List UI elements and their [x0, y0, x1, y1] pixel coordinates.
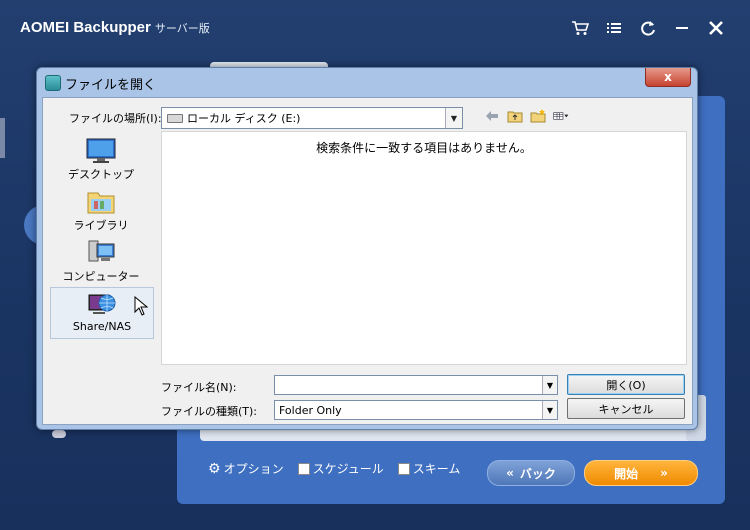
back-label: バック — [519, 466, 556, 481]
filename-dropdown-arrow-icon[interactable]: ▼ — [542, 376, 557, 394]
drive-icon — [167, 113, 183, 123]
new-folder-icon[interactable] — [530, 108, 546, 124]
lookin-value: ローカル ディスク (E:) — [187, 112, 301, 125]
minimize-icon[interactable] — [672, 18, 692, 38]
left-indicator — [52, 430, 66, 438]
computer-icon — [86, 240, 116, 266]
nav-toolbar — [484, 108, 569, 124]
app-title-text: AOMEI Backupper — [20, 19, 151, 36]
filetype-value: Folder Only — [279, 403, 342, 417]
close-icon: x — [664, 70, 672, 84]
chevron-down-icon[interactable]: ▼ — [445, 108, 462, 128]
scheme-checkbox[interactable] — [397, 462, 410, 475]
dialog-close-button[interactable]: x — [645, 68, 691, 87]
options-link[interactable]: ⚙ オプション — [208, 460, 284, 477]
place-desktop-label: デスクトップ — [68, 168, 134, 181]
desktop-icon — [86, 138, 116, 164]
filename-input-overlay: ▼ — [274, 375, 558, 395]
up-folder-icon[interactable] — [507, 108, 523, 124]
schedule-checkbox[interactable] — [297, 462, 310, 475]
place-library[interactable]: ライブラリ — [50, 185, 152, 235]
place-share-nas-label: Share/NAS — [72, 320, 132, 333]
schedule-option[interactable]: スケジュール — [297, 460, 384, 477]
dialog-app-icon — [45, 75, 61, 91]
start-label: 開始 — [614, 466, 639, 481]
scheme-label: スキーム — [412, 462, 461, 476]
lookin-label: ファイルの場所(I): — [69, 112, 162, 125]
refresh-icon[interactable] — [638, 18, 658, 38]
back-button[interactable]: « バック — [487, 460, 575, 486]
mouse-cursor-icon — [134, 296, 148, 316]
dialog-titlebar[interactable]: ファイルを開く x — [37, 68, 697, 96]
place-computer[interactable]: コンピューター — [50, 236, 152, 286]
file-list-view[interactable]: 検索条件に一致する項目はありません。 — [161, 131, 687, 365]
place-computer-label: コンピューター — [62, 270, 140, 283]
close-app-icon[interactable] — [706, 18, 726, 38]
gear-icon: ⚙ — [208, 460, 221, 477]
app-title: AOMEI Backupper サーバー版 — [20, 19, 210, 36]
start-button[interactable]: 開始 » — [584, 460, 698, 486]
cart-icon[interactable] — [570, 18, 590, 38]
cancel-button[interactable]: キャンセル — [567, 398, 685, 419]
dialog-body: ファイルの場所(I): ローカル ディスク (E:) ▼ デスクトップ ライブラ… — [42, 97, 693, 425]
filetype-label: ファイルの種類(T): — [161, 405, 258, 418]
place-desktop[interactable]: デスクトップ — [50, 134, 152, 184]
scheme-option[interactable]: スキーム — [397, 460, 461, 477]
dialog-title: ファイルを開く — [65, 78, 157, 93]
network-globe-icon — [87, 292, 117, 318]
menu-icon[interactable] — [604, 18, 624, 38]
place-library-label: ライブラリ — [73, 219, 129, 232]
filetype-dropdown[interactable]: Folder Only ▼ — [274, 400, 558, 420]
open-button[interactable]: 開く(O) — [567, 374, 685, 395]
left-strip — [0, 118, 5, 158]
double-chevron-right-icon: » — [660, 466, 668, 480]
options-label: オプション — [223, 462, 284, 476]
double-chevron-left-icon: « — [506, 466, 514, 480]
app-toolbar — [570, 18, 726, 38]
view-menu-icon[interactable] — [553, 108, 569, 124]
bottom-options: ⚙ オプション スケジュール スキーム — [208, 460, 460, 477]
schedule-label: スケジュール — [312, 462, 384, 476]
empty-message: 検索条件に一致する項目はありません。 — [316, 141, 532, 155]
file-open-dialog: ファイルを開く x ファイルの場所(I): ローカル ディスク (E:) ▼ デ… — [36, 67, 698, 430]
filename-label: ファイル名(N): — [161, 381, 237, 394]
filetype-chevron-down-icon[interactable]: ▼ — [542, 401, 557, 419]
library-icon — [86, 189, 116, 215]
app-edition: サーバー版 — [154, 23, 210, 35]
back-arrow-icon[interactable] — [484, 108, 500, 124]
lookin-dropdown[interactable]: ローカル ディスク (E:) ▼ — [161, 107, 463, 129]
